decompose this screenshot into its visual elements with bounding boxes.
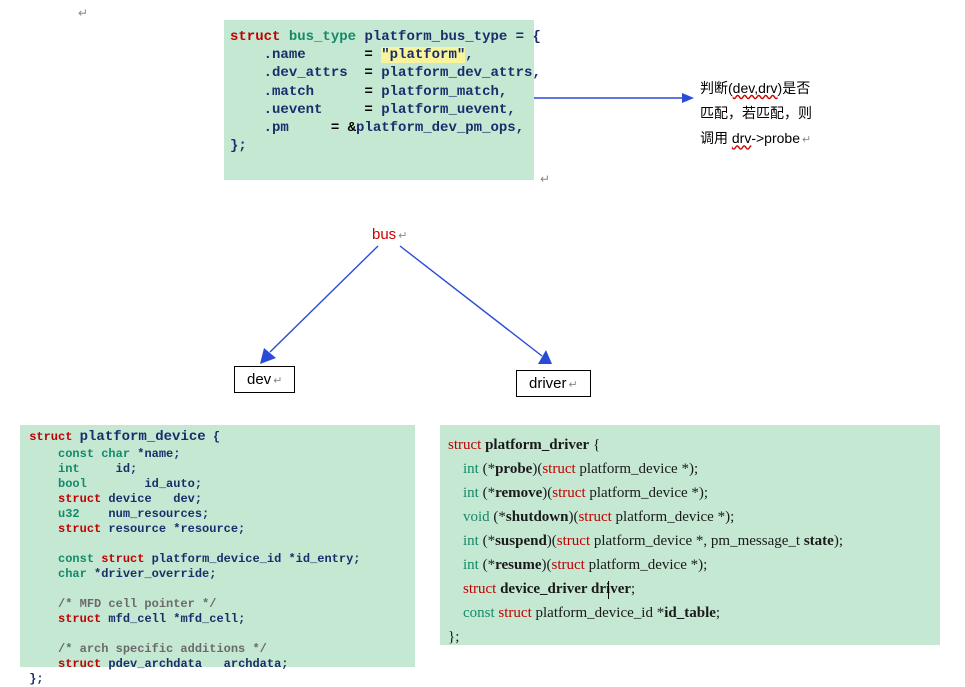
arrow-bus-to-dev [260,246,390,366]
label-bus: bus↵ [372,226,407,243]
return-mark-icon: ↵ [78,6,88,20]
label-box-dev: dev↵ [234,366,295,393]
arrow-match-to-annotation [534,90,694,110]
return-mark-icon: ↵ [540,172,550,186]
code-block-bus-type: struct bus_type platform_bus_type = { .n… [224,20,534,180]
code-block-platform-driver: struct platform_driver { int (*probe)(st… [440,425,940,645]
annotation-match-probe: 判断(dev,drv)是否 匹配，若匹配，则 调用 drv->probe↵ [700,76,860,152]
label-box-driver: driver↵ [516,370,591,397]
code-block-platform-device: struct platform_device { const char *nam… [20,425,415,667]
arrow-bus-to-driver [400,246,560,370]
text-cursor-icon [608,581,609,599]
